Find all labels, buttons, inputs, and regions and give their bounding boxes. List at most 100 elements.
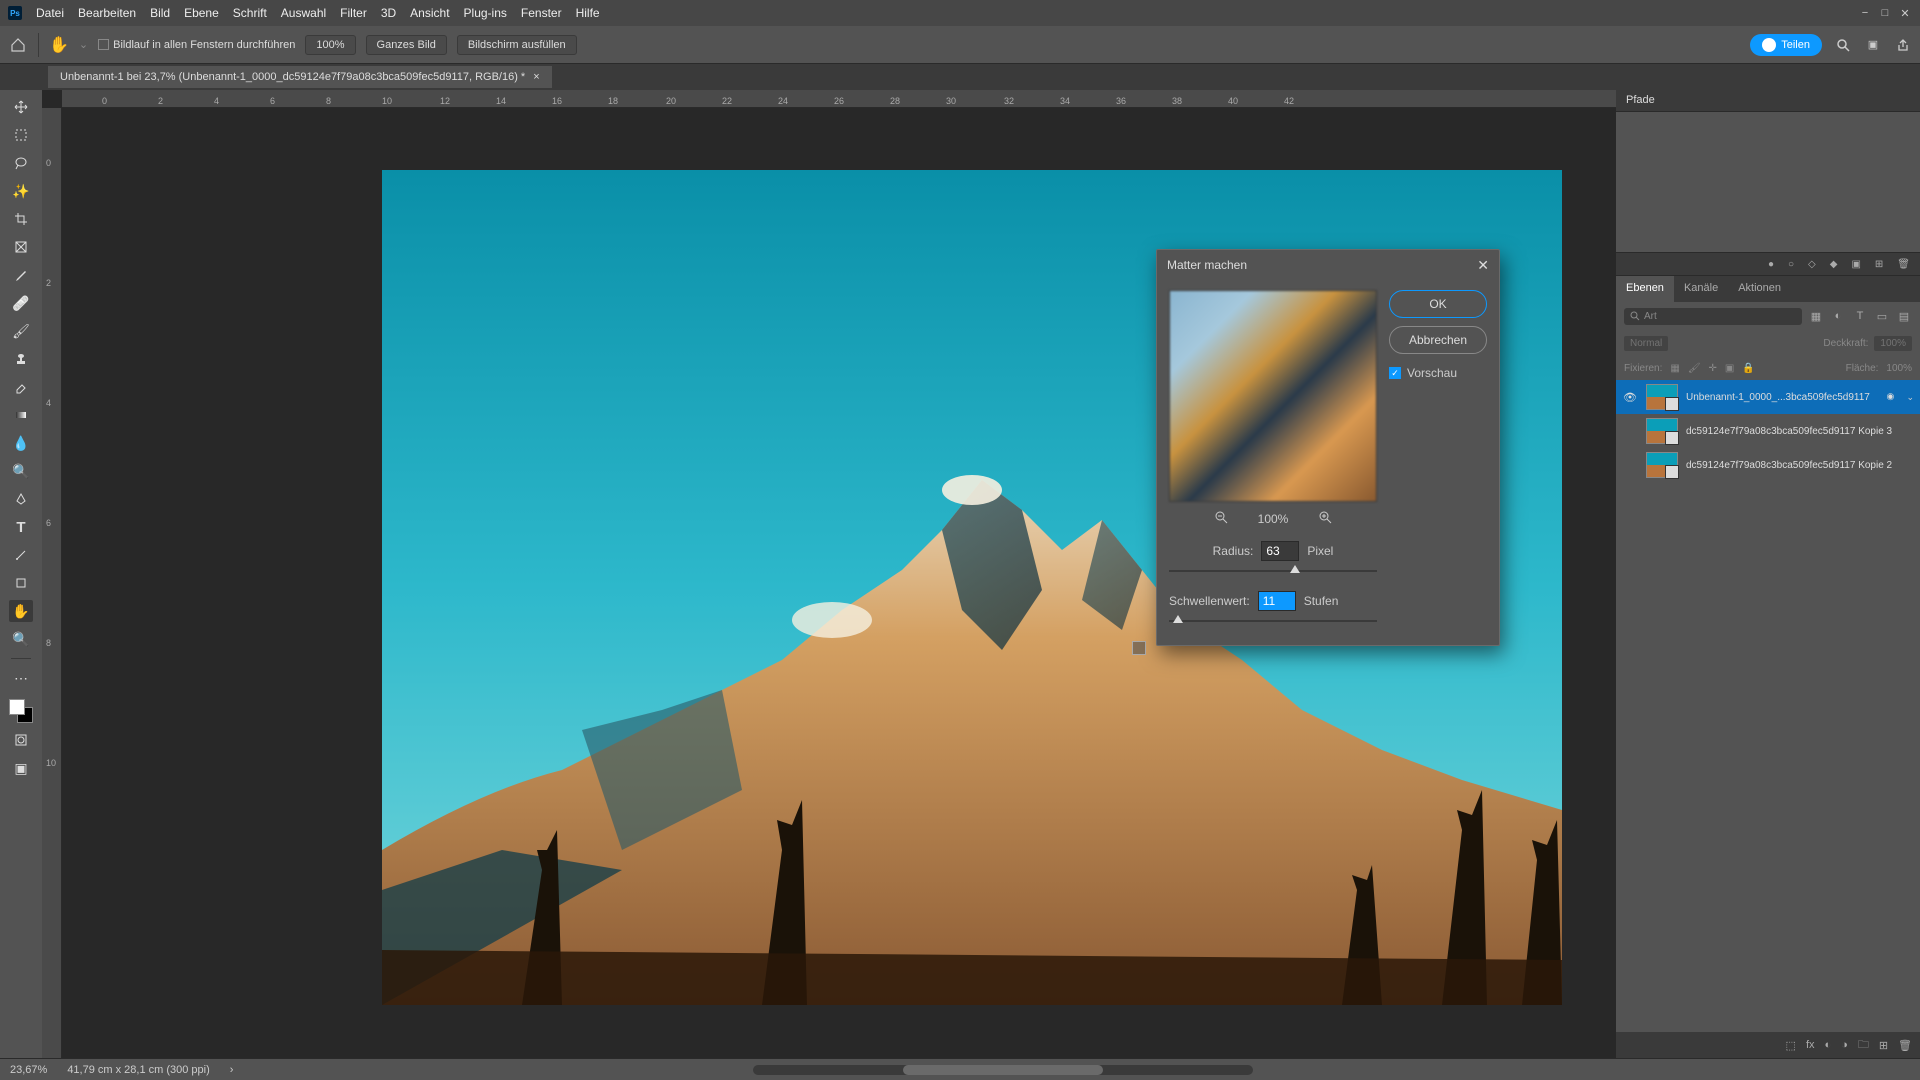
move-tool[interactable] (9, 96, 33, 118)
menu-fenster[interactable]: Fenster (521, 6, 562, 20)
menu-bearbeiten[interactable]: Bearbeiten (78, 6, 136, 20)
stamp-tool[interactable] (9, 348, 33, 370)
layer-thumbnail[interactable] (1646, 418, 1678, 444)
layer-name[interactable]: Unbenannt-1_0000_...3bca509fec5d9117 (1686, 392, 1878, 403)
shape-tool[interactable] (9, 572, 33, 594)
group-icon[interactable]: 🗀 (1858, 1036, 1869, 1055)
menu-filter[interactable]: Filter (340, 6, 367, 20)
zoom-100-button[interactable]: 100% (305, 35, 355, 55)
horizontal-scrollbar[interactable] (753, 1065, 1253, 1075)
scroll-all-windows-checkbox[interactable]: Bildlauf in allen Fenstern durchführen (98, 39, 295, 51)
lock-position-icon[interactable]: ✛ (1709, 363, 1717, 374)
fg-color[interactable] (9, 699, 25, 715)
hand-tool-icon[interactable]: ✋ (49, 35, 69, 55)
tab-kanaele[interactable]: Kanäle (1674, 276, 1728, 302)
frame-tool[interactable] (9, 236, 33, 258)
healing-tool[interactable]: 🩹 (9, 292, 33, 314)
filter-preview[interactable] (1169, 290, 1377, 502)
export-icon[interactable] (1894, 36, 1912, 54)
filter-type-icon[interactable]: T (1852, 308, 1868, 324)
gradient-tool[interactable] (9, 404, 33, 426)
search-icon[interactable] (1834, 36, 1852, 54)
share-button[interactable]: Teilen (1750, 34, 1822, 56)
fit-screen-button[interactable]: Ganzes Bild (366, 35, 447, 55)
layer-thumbnail[interactable] (1646, 452, 1678, 478)
screenmode-icon[interactable]: ▣ (9, 757, 33, 779)
new-path-icon[interactable]: ▣ (1851, 259, 1860, 270)
minimize-icon[interactable]: − (1858, 6, 1872, 20)
pen-tool[interactable] (9, 488, 33, 510)
fx-icon[interactable]: fx (1806, 1039, 1815, 1051)
canvas-area[interactable]: 024681012141618202224262830323436384042 … (42, 90, 1616, 1058)
dialog-titlebar[interactable]: Matter machen ✕ (1157, 250, 1499, 280)
delete-path-icon[interactable]: 🗑 (1897, 259, 1910, 270)
cancel-button[interactable]: Abbrechen (1389, 326, 1487, 354)
hand-tool[interactable]: ✋ (9, 600, 33, 622)
type-tool[interactable]: T (9, 516, 33, 538)
zoom-in-icon[interactable] (1318, 510, 1332, 527)
magic-wand-tool[interactable]: ✨ (9, 180, 33, 202)
threshold-slider[interactable] (1169, 615, 1377, 627)
blur-tool[interactable]: 💧 (9, 432, 33, 454)
eyedropper-tool[interactable] (9, 264, 33, 286)
ok-button[interactable]: OK (1389, 290, 1487, 318)
delete-layer-icon[interactable]: 🗑 (1898, 1039, 1912, 1052)
path-tool[interactable] (9, 544, 33, 566)
opacity-input[interactable]: 100% (1874, 336, 1912, 351)
tab-aktionen[interactable]: Aktionen (1728, 276, 1791, 302)
maximize-icon[interactable]: □ (1878, 6, 1892, 20)
menu-ansicht[interactable]: Ansicht (410, 6, 449, 20)
layer-name[interactable]: dc59124e7f79a08c3bca509fec5d9117 Kopie 3 (1686, 426, 1914, 437)
layer-row[interactable]: dc59124e7f79a08c3bca509fec5d9117 Kopie 2 (1616, 448, 1920, 482)
preview-checkbox[interactable]: ✓ Vorschau (1389, 366, 1487, 380)
edit-toolbar-icon[interactable]: ⋯ (9, 667, 33, 689)
filter-shape-icon[interactable]: ▭ (1874, 308, 1890, 324)
layer-row[interactable]: 👁 Unbenannt-1_0000_...3bca509fec5d9117 ◉… (1616, 380, 1920, 414)
layer-thumbnail[interactable] (1646, 384, 1678, 410)
fill-screen-button[interactable]: Bildschirm ausfüllen (457, 35, 577, 55)
menu-plugins[interactable]: Plug-ins (464, 6, 507, 20)
menu-auswahl[interactable]: Auswahl (281, 6, 326, 20)
path-mask-icon[interactable]: ◆ (1830, 259, 1838, 270)
lock-pixels-icon[interactable]: 🖌 (1688, 363, 1701, 374)
layer-name[interactable]: dc59124e7f79a08c3bca509fec5d9117 Kopie 2 (1686, 460, 1914, 471)
path-stroke-icon[interactable]: ○ (1788, 259, 1794, 270)
document-tab[interactable]: Unbenannt-1 bei 23,7% (Unbenannt-1_0000_… (48, 66, 552, 88)
marquee-tool[interactable] (9, 124, 33, 146)
zoom-out-icon[interactable] (1214, 510, 1228, 527)
adjustment-icon[interactable]: ◑ (1841, 1039, 1848, 1051)
threshold-input[interactable] (1258, 591, 1296, 611)
tab-close-icon[interactable]: × (533, 71, 539, 83)
dialog-close-icon[interactable]: ✕ (1477, 257, 1489, 274)
menu-datei[interactable]: Datei (36, 6, 64, 20)
layer-row[interactable]: dc59124e7f79a08c3bca509fec5d9117 Kopie 3 (1616, 414, 1920, 448)
menu-hilfe[interactable]: Hilfe (576, 6, 600, 20)
smart-filter-icon[interactable]: ◉ (1886, 391, 1898, 403)
fill-input[interactable]: 100% (1886, 363, 1912, 374)
workspace-icon[interactable]: ▣ (1864, 36, 1882, 54)
lock-nested-icon[interactable]: ▣ (1725, 363, 1734, 374)
layer-kind-filter[interactable]: Art (1624, 308, 1802, 325)
filter-adjust-icon[interactable]: ◐ (1830, 308, 1846, 324)
menu-schrift[interactable]: Schrift (233, 6, 267, 20)
paths-panel-tab[interactable]: Pfade (1616, 90, 1920, 112)
dodge-tool[interactable]: 🔍 (9, 460, 33, 482)
filter-smart-icon[interactable]: ▤ (1896, 308, 1912, 324)
quickmask-icon[interactable] (9, 729, 33, 751)
radius-input[interactable] (1261, 541, 1299, 561)
menu-ebene[interactable]: Ebene (184, 6, 219, 20)
radius-slider[interactable] (1169, 565, 1377, 577)
blend-mode-dropdown[interactable]: Normal (1624, 336, 1668, 351)
eraser-tool[interactable] (9, 376, 33, 398)
menu-3d[interactable]: 3D (381, 6, 396, 20)
filter-pixel-icon[interactable]: ▦ (1808, 308, 1824, 324)
close-icon[interactable]: ✕ (1898, 6, 1912, 20)
menu-bild[interactable]: Bild (150, 6, 170, 20)
path-selection-icon[interactable]: ◇ (1808, 259, 1816, 270)
mask-icon[interactable]: ◐ (1825, 1039, 1832, 1051)
visibility-icon[interactable]: 👁 (1622, 391, 1638, 404)
zoom-tool[interactable]: 🔍 (9, 628, 33, 650)
lock-all-icon[interactable]: 🔒 (1742, 363, 1754, 374)
add-path-icon[interactable]: ⊞ (1875, 259, 1883, 270)
home-icon[interactable] (8, 35, 28, 55)
